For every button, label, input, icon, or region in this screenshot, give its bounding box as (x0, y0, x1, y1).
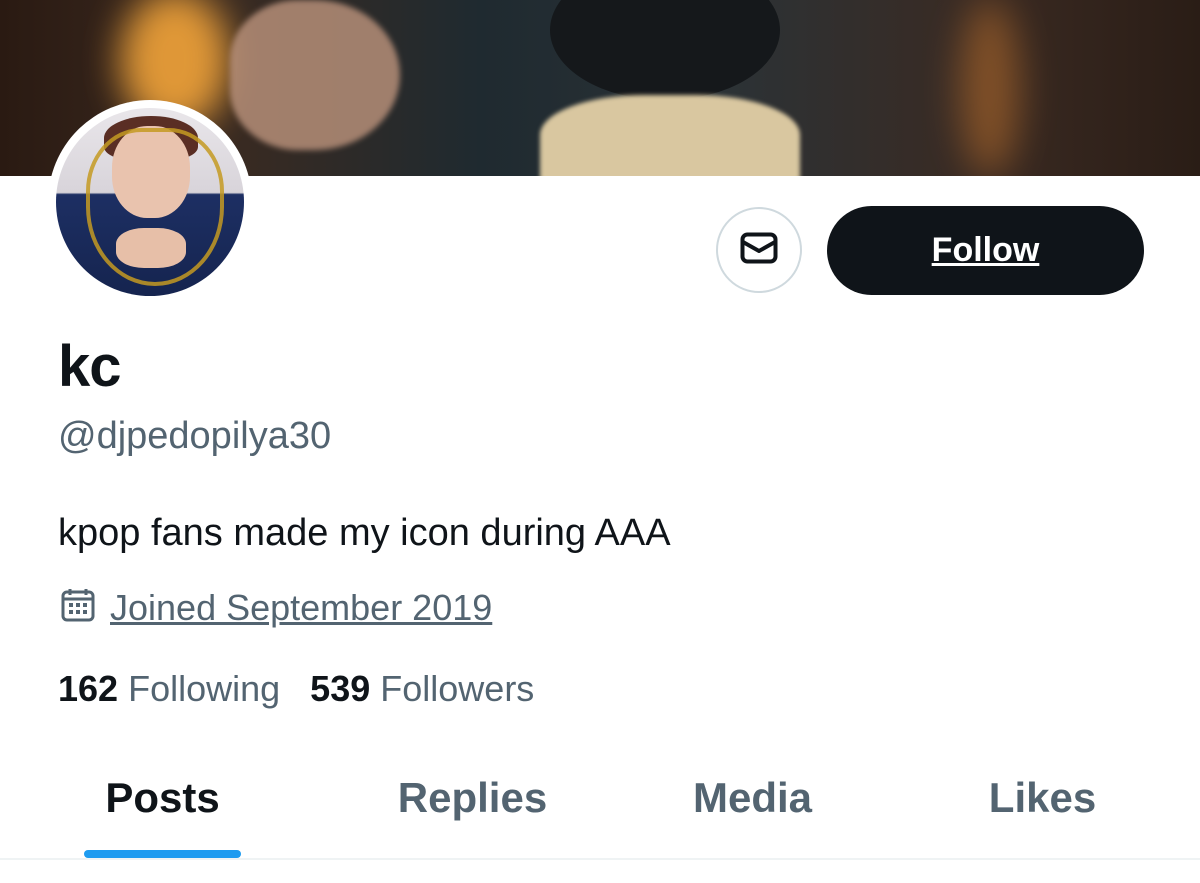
tab-likes[interactable]: Likes (885, 760, 1200, 858)
tab-label: Media (692, 774, 813, 821)
banner-person-head (550, 0, 780, 100)
user-handle: @djpedopilya30 (58, 415, 332, 457)
display-name: kc (58, 334, 122, 399)
banner-hand (230, 0, 400, 150)
avatar-image (56, 108, 244, 296)
following-link[interactable]: 162 Following (58, 668, 280, 710)
tab-label: Replies (397, 774, 548, 821)
following-count: 162 (58, 668, 119, 709)
followers-link[interactable]: 539 Followers (310, 668, 534, 710)
calendar-icon (60, 588, 96, 629)
tab-replies[interactable]: Replies (325, 760, 620, 858)
tab-media[interactable]: Media (620, 760, 885, 858)
profile-stats: 162 Following 539 Followers (58, 668, 534, 710)
tab-label: Posts (105, 774, 220, 821)
active-tab-indicator (84, 850, 241, 858)
profile-tabs: Posts Replies Media Likes (0, 760, 1200, 858)
message-button[interactable] (716, 207, 802, 293)
follow-button[interactable]: Follow (827, 206, 1144, 295)
avatar-scribble (86, 128, 224, 286)
avatar[interactable] (48, 100, 252, 304)
followers-count: 539 (310, 668, 371, 709)
joined-date: Joined September 2019 (60, 587, 492, 629)
banner-person-collar (540, 95, 800, 176)
tab-label: Likes (988, 774, 1097, 821)
joined-date-text: Joined September 2019 (110, 587, 493, 628)
tabs-divider (0, 858, 1200, 860)
followers-label: Followers (380, 668, 535, 709)
banner-light (960, 0, 1020, 176)
tab-posts[interactable]: Posts (0, 760, 325, 858)
following-label: Following (128, 668, 281, 709)
bio: kpop fans made my icon during AAA (58, 512, 671, 554)
envelope-icon (740, 232, 778, 269)
